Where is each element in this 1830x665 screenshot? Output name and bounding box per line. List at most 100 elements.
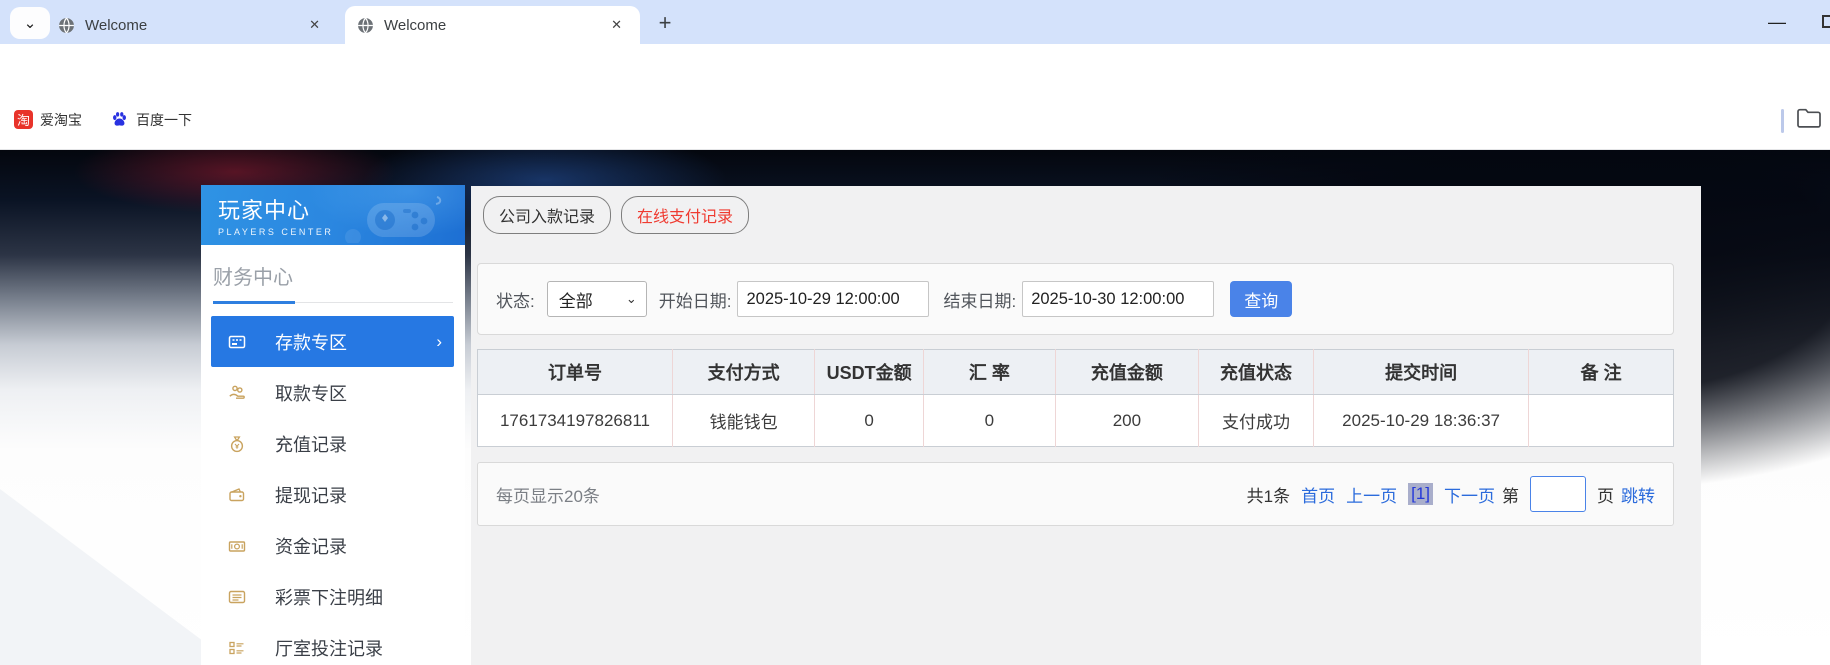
section-underline [213,301,453,304]
total-count: 共1条 [1246,486,1291,506]
first-page-link[interactable]: 首页 [1301,482,1335,507]
sidebar-item-label: 提现记录 [275,485,347,506]
bookmark-aitaobao[interactable]: 淘 爱淘宝 [14,110,82,130]
sidebar-item-withdrawal-records[interactable]: 提现记录 [201,469,465,520]
grid-list-icon [229,641,244,654]
browser-window: ⌄ Welcome ✕ Welcome ✕ + — ← → js13.cc/hh… [0,0,1830,665]
sidebar-item-lottery-bet-details[interactable]: 彩票下注明细 [201,571,465,622]
next-page-link[interactable]: 下一页 [1444,482,1495,507]
sidebar-item-deposit[interactable]: 存款专区 › [211,316,454,367]
cell-usdt-amount: 0 [814,394,924,447]
prev-page-link[interactable]: 上一页 [1346,482,1397,507]
sidebar-item-label: 存款专区 [275,332,347,353]
table-row: 1761734197826811 钱能钱包 0 0 200 支付成功 2025-… [478,394,1674,447]
sidebar-item-hall-bet-records[interactable]: 厅室投注记录 [201,622,465,665]
sidebar-item-label: 取款专区 [275,383,347,404]
status-label: 状态: [496,291,535,311]
query-button[interactable]: 查询 [1230,281,1293,317]
cell-submit-time: 2025-10-29 18:36:37 [1312,394,1529,447]
chevron-down-icon: ⌄ [625,291,637,306]
wallet-icon [229,487,245,501]
col-recharge-amount: 充值金额 [1054,349,1199,395]
tab-strip: ⌄ Welcome ✕ Welcome ✕ + — [0,0,1830,44]
sidebar-item-recharge-records[interactable]: 充值记录 [201,418,465,469]
sidebar-item-label: 资金记录 [275,536,347,557]
sidebar-menu: 存款专区 › 取款专区 充值记录 提现记录 资金记录 彩票下注明细 厅室投注记录 [201,316,465,665]
start-date-input[interactable] [737,281,930,317]
record-tabs: 公司入款记录 在线支付记录 [471,186,1701,234]
cell-recharge-amount: 200 [1054,394,1199,447]
page-background: 玩家中心 PLAYERS CENTER 财务中心 存款专区 › 取款专区 充值记… [0,150,1830,665]
current-page: [1] [1408,483,1433,505]
cash-icon [228,540,246,552]
cell-recharge-status: 支付成功 [1198,394,1314,447]
tab-title: Welcome [384,16,447,34]
bookmark-baidu[interactable]: 百度一下 [110,110,192,130]
cell-remark [1528,394,1674,447]
minimize-button[interactable]: — [1762,10,1792,34]
chevron-down-icon: ⌄ [23,15,37,32]
records-table: 订单号 支付方式 USDT金额 汇 率 充值金额 充值状态 提交时间 备 注 1… [477,349,1674,447]
bookmarks-divider [1781,109,1784,133]
baidu-paw-icon [113,112,126,126]
sidebar-item-label: 充值记录 [275,434,347,455]
bookmarks-bar: 淘 爱淘宝 百度一下 [0,90,1830,150]
col-remark: 备 注 [1528,349,1674,395]
jump-page-input[interactable] [1530,476,1586,512]
sidebar-section: 财务中心 [201,245,465,304]
globe-icon [358,17,373,33]
tab-close-icon[interactable]: ✕ [605,15,628,35]
tab-welcome-1[interactable]: Welcome ✕ [46,6,338,44]
col-payment-method: 支付方式 [671,349,815,395]
tab-title: Welcome [85,16,148,34]
tab-company-deposit-records[interactable]: 公司入款记录 [483,196,612,234]
filter-bar: 状态: 全部 ⌄ 开始日期: 结束日期: 查询 [477,263,1674,335]
bookmark-label: 爱淘宝 [40,111,82,128]
table-header-row: 订单号 支付方式 USDT金额 汇 率 充值金额 充值状态 提交时间 备 注 [477,349,1674,395]
jump-button[interactable]: 跳转 [1621,482,1655,507]
main-panel: 公司入款记录 在线支付记录 状态: 全部 ⌄ 开始日期: 结束日期: 查询 [471,186,1701,665]
pagination-bar: 每页显示20条 共1条 首页 上一页 [1] 下一页 第 页 跳转 [477,462,1674,526]
col-exchange-rate: 汇 率 [923,349,1056,395]
hand-coins-icon [229,385,245,399]
sidebar-item-label: 厅室投注记录 [275,638,383,659]
tab-close-icon[interactable]: ✕ [303,15,326,35]
end-date-input[interactable] [1022,281,1215,317]
tab-online-payment-records[interactable]: 在线支付记录 [621,196,750,234]
globe-icon [59,17,74,33]
bookmarks-folder-icon[interactable] [1796,107,1822,129]
tab-search-button[interactable]: ⌄ [10,7,50,39]
taobao-icon: 淘 [14,110,33,129]
jump-prefix: 第 [1502,486,1519,506]
browser-toolbar: ← → js13.cc/hhcp/usercenter.html?iniType… [0,44,1830,128]
tab-welcome-2[interactable]: Welcome ✕ [345,6,640,44]
background-wedge [0,489,235,665]
col-order-number: 订单号 [477,349,673,395]
cell-order-number: 1761734197826811 [499,410,650,430]
list-card-icon [228,590,246,603]
col-recharge-status: 充值状态 [1198,349,1314,395]
col-usdt-amount: USDT金额 [814,349,924,395]
page-size-text: 每页显示20条 [496,486,600,506]
sidebar-item-label: 彩票下注明细 [275,587,383,608]
col-submit-time: 提交时间 [1312,349,1529,395]
jump-suffix: 页 [1597,486,1614,506]
section-label: 财务中心 [213,267,293,289]
new-tab-button[interactable]: + [650,8,680,38]
start-date-label: 开始日期: [658,291,732,311]
deposit-icon [228,335,246,348]
chevron-right-icon: › [436,331,442,351]
player-center-sidebar: 玩家中心 PLAYERS CENTER 财务中心 存款专区 › 取款专区 充值记… [201,185,465,665]
end-date-label: 结束日期: [943,291,1017,311]
maximize-button[interactable] [1822,15,1830,28]
bookmark-label: 百度一下 [136,111,192,128]
sidebar-item-fund-records[interactable]: 资金记录 [201,520,465,571]
cell-payment-method: 钱能钱包 [671,394,815,447]
status-select[interactable]: 全部 ⌄ [546,281,647,317]
status-selected-value: 全部 [558,291,593,311]
pagination-controls: 共1条 首页 上一页 [1] 下一页 第 页 跳转 [1247,476,1655,512]
cell-exchange-rate: 0 [923,394,1056,447]
sidebar-banner: 玩家中心 PLAYERS CENTER [201,185,465,245]
sidebar-item-withdraw-zone[interactable]: 取款专区 [201,367,465,418]
money-bag-icon [230,435,244,452]
